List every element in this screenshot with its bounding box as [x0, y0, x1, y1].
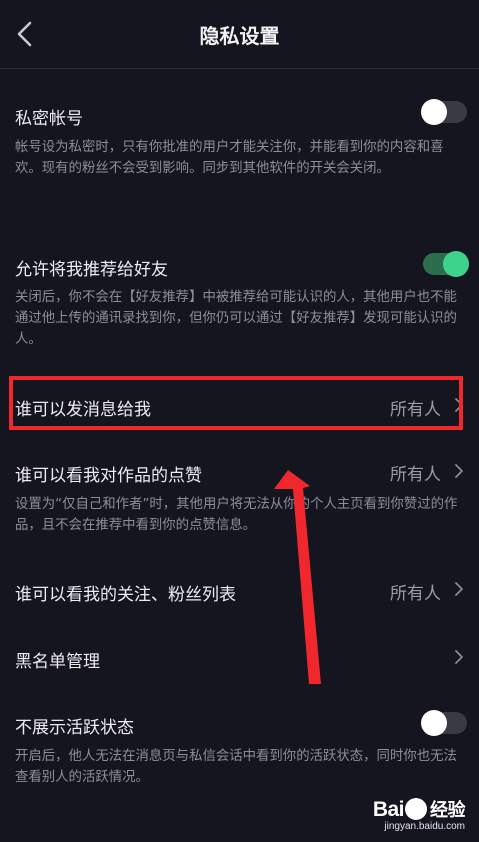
- highlight-box: [9, 376, 463, 430]
- chevron-right-icon[interactable]: [453, 462, 465, 480]
- hide-active-status-desc: 开启后，他人无法在消息页与私信会话中看到你的活跃状态，同时你也无法查看别人的活跃…: [15, 749, 457, 785]
- toggle-knob: [421, 710, 447, 736]
- private-account-toggle[interactable]: [421, 99, 467, 125]
- watermark-url: jingyan.baidu.com: [384, 821, 465, 832]
- recommend-friends-desc: 关闭后，你不会在【好友推荐】中被推荐给可能认识的人，其他用户也不能通过他上传的通…: [15, 290, 457, 347]
- blacklist-title[interactable]: 黑名单管理: [15, 647, 100, 672]
- nav-bar: 隐私设置: [0, 0, 479, 69]
- who-can-see-likes-desc: 设置为“仅自己和作者”时，其他用户将无法从你的个人主页看到你赞过的作品，且不会在…: [15, 497, 458, 533]
- hide-active-status-title: 不展示活跃状态: [15, 718, 134, 738]
- hide-active-status-toggle[interactable]: [421, 710, 467, 736]
- who-can-see-follow-value[interactable]: 所有人: [390, 579, 441, 604]
- watermark-logo-cn: 经验: [430, 800, 466, 820]
- chevron-right-icon[interactable]: [453, 648, 465, 666]
- private-account-desc: 帐号设为私密时，只有你批准的用户才能关注你，并能看到你的内容和喜欢。现有的粉丝不…: [15, 140, 444, 176]
- chevron-right-icon[interactable]: [453, 580, 465, 598]
- page-title: 隐私设置: [199, 24, 280, 48]
- paw-icon: [405, 798, 427, 820]
- who-can-see-likes-title[interactable]: 谁可以看我对作品的点赞: [15, 461, 202, 486]
- who-can-see-follow-title[interactable]: 谁可以看我的关注、粉丝列表: [15, 580, 236, 605]
- toggle-knob: [421, 99, 447, 125]
- private-account-title: 私密帐号: [15, 109, 83, 129]
- toggle-knob: [443, 251, 469, 277]
- recommend-friends-toggle[interactable]: [423, 251, 469, 277]
- watermark-logo-text: Bai: [372, 798, 405, 821]
- who-can-see-likes-value[interactable]: 所有人: [390, 460, 441, 485]
- watermark: Bai 经验 jingyan.baidu.com: [372, 796, 466, 832]
- recommend-friends-title: 允许将我推荐给好友: [15, 260, 168, 280]
- watermark-logo: Bai 经验: [372, 796, 466, 822]
